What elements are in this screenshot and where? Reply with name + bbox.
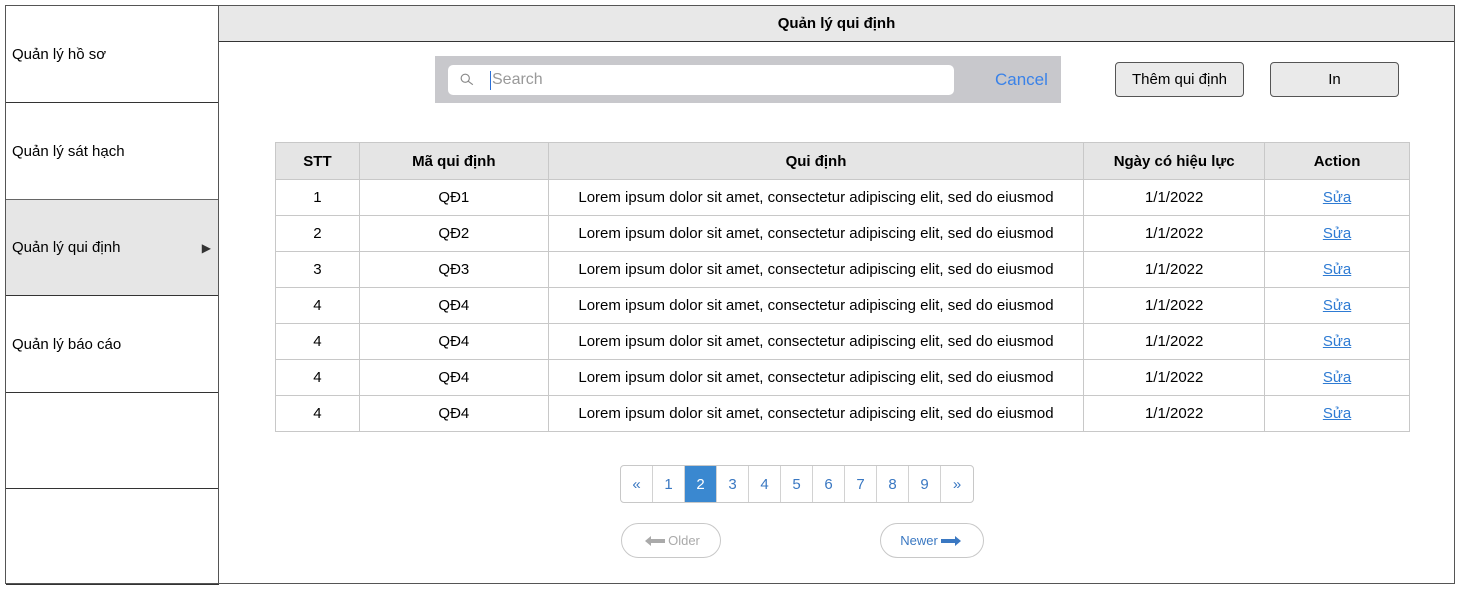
cell-action: Sửa	[1264, 287, 1410, 324]
cell-rule: Lorem ipsum dolor sit amet, consectetur …	[547, 179, 1085, 216]
arrow-left-icon	[645, 535, 666, 546]
cell-code: QĐ2	[358, 215, 549, 252]
cell-stt: 4	[275, 323, 360, 360]
cell-date: 1/1/2022	[1083, 395, 1266, 432]
sidebar-item-label: Quản lý báo cáo	[12, 335, 122, 353]
page-button[interactable]: 1	[653, 466, 685, 502]
sidebar-item-bao-cao[interactable]: Quản lý báo cáo	[6, 296, 219, 393]
edit-link[interactable]: Sửa	[1323, 189, 1351, 206]
search-input[interactable]	[492, 65, 942, 95]
cell-action: Sửa	[1264, 179, 1410, 216]
edit-link[interactable]: Sửa	[1323, 261, 1351, 278]
cell-date: 1/1/2022	[1083, 287, 1266, 324]
arrow-right-icon	[940, 535, 961, 546]
text-caret	[490, 71, 491, 90]
cell-stt: 3	[275, 251, 360, 288]
column-header-rule[interactable]: Qui định	[547, 142, 1085, 180]
edit-link[interactable]: Sửa	[1323, 225, 1351, 242]
page-next-button[interactable]: »	[941, 466, 973, 502]
edit-link[interactable]: Sửa	[1323, 405, 1351, 422]
table-row: 4 QĐ4 Lorem ipsum dolor sit amet, consec…	[275, 287, 1410, 324]
cell-rule: Lorem ipsum dolor sit amet, consectetur …	[547, 359, 1085, 396]
main-panel: Quản lý qui định Cancel Thêm qui định In…	[218, 5, 1455, 584]
add-rule-button[interactable]: Thêm qui định	[1115, 62, 1244, 97]
column-header-stt[interactable]: STT	[275, 142, 360, 180]
table-row: 4 QĐ4 Lorem ipsum dolor sit amet, consec…	[275, 395, 1410, 432]
search-bar: Cancel	[435, 56, 1061, 103]
rules-table: STT Mã qui định Qui định Ngày có hiệu lự…	[275, 142, 1410, 432]
column-header-date[interactable]: Ngày có hiệu lực	[1083, 142, 1266, 180]
cell-rule: Lorem ipsum dolor sit amet, consectetur …	[547, 323, 1085, 360]
page-button[interactable]: 8	[877, 466, 909, 502]
sidebar: Quản lý hồ sơ Quản lý sát hạch Quản lý q…	[5, 5, 219, 585]
cell-rule: Lorem ipsum dolor sit amet, consectetur …	[547, 215, 1085, 252]
page-title: Quản lý qui định	[219, 6, 1454, 42]
page-button[interactable]: 4	[749, 466, 781, 502]
cell-code: QĐ4	[358, 287, 549, 324]
page-button[interactable]: 9	[909, 466, 941, 502]
cancel-button[interactable]: Cancel	[995, 70, 1048, 90]
pagination: « 1 2 3 4 5 6 7 8 9 »	[620, 465, 974, 503]
cell-date: 1/1/2022	[1083, 215, 1266, 252]
table-row: 4 QĐ4 Lorem ipsum dolor sit amet, consec…	[275, 323, 1410, 360]
page-button[interactable]: 5	[781, 466, 813, 502]
search-icon	[460, 73, 474, 86]
sidebar-item-ho-so[interactable]: Quản lý hồ sơ	[6, 6, 219, 103]
cell-stt: 2	[275, 215, 360, 252]
cell-action: Sửa	[1264, 359, 1410, 396]
cell-stt: 4	[275, 359, 360, 396]
table-row: 1 QĐ1 Lorem ipsum dolor sit amet, consec…	[275, 179, 1410, 216]
cell-action: Sửa	[1264, 323, 1410, 360]
cell-date: 1/1/2022	[1083, 323, 1266, 360]
page-button[interactable]: 6	[813, 466, 845, 502]
sidebar-item-empty[interactable]	[6, 392, 219, 489]
cell-action: Sửa	[1264, 395, 1410, 432]
older-label: Older	[668, 533, 700, 548]
cell-action: Sửa	[1264, 215, 1410, 252]
older-button[interactable]: Older	[621, 523, 721, 558]
cell-date: 1/1/2022	[1083, 251, 1266, 288]
newer-button[interactable]: Newer	[880, 523, 984, 558]
page-button-current[interactable]: 2	[685, 466, 717, 502]
table-row: 2 QĐ2 Lorem ipsum dolor sit amet, consec…	[275, 215, 1410, 252]
search-field[interactable]	[448, 65, 954, 95]
cell-date: 1/1/2022	[1083, 359, 1266, 396]
cell-code: QĐ4	[358, 323, 549, 360]
table-header-row: STT Mã qui định Qui định Ngày có hiệu lự…	[275, 142, 1410, 180]
chevron-right-icon: ▶	[201, 240, 211, 255]
sidebar-item-sat-hach[interactable]: Quản lý sát hạch	[6, 103, 219, 200]
cell-stt: 1	[275, 179, 360, 216]
sidebar-item-label: Quản lý sát hạch	[12, 142, 125, 160]
cell-code: QĐ4	[358, 359, 549, 396]
column-header-action[interactable]: Action	[1264, 142, 1410, 180]
cell-code: QĐ4	[358, 395, 549, 432]
cell-date: 1/1/2022	[1083, 179, 1266, 216]
sidebar-item-empty[interactable]	[6, 489, 219, 585]
table-row: 3 QĐ3 Lorem ipsum dolor sit amet, consec…	[275, 251, 1410, 288]
cell-action: Sửa	[1264, 251, 1410, 288]
edit-link[interactable]: Sửa	[1323, 333, 1351, 350]
edit-link[interactable]: Sửa	[1323, 297, 1351, 314]
page-prev-button[interactable]: «	[621, 466, 653, 502]
cell-rule: Lorem ipsum dolor sit amet, consectetur …	[547, 251, 1085, 288]
cell-stt: 4	[275, 287, 360, 324]
newer-label: Newer	[900, 533, 938, 548]
print-button[interactable]: In	[1270, 62, 1399, 97]
table-row: 4 QĐ4 Lorem ipsum dolor sit amet, consec…	[275, 359, 1410, 396]
column-header-code[interactable]: Mã qui định	[358, 142, 549, 180]
sidebar-item-qui-dinh[interactable]: Quản lý qui định ▶	[6, 199, 219, 296]
page-button[interactable]: 7	[845, 466, 877, 502]
sidebar-item-label: Quản lý qui định	[12, 239, 121, 256]
cell-rule: Lorem ipsum dolor sit amet, consectetur …	[547, 395, 1085, 432]
sidebar-item-label: Quản lý hồ sơ	[12, 45, 107, 63]
cell-stt: 4	[275, 395, 360, 432]
edit-link[interactable]: Sửa	[1323, 369, 1351, 386]
page-button[interactable]: 3	[717, 466, 749, 502]
cell-code: QĐ3	[358, 251, 549, 288]
cell-rule: Lorem ipsum dolor sit amet, consectetur …	[547, 287, 1085, 324]
cell-code: QĐ1	[358, 179, 549, 216]
